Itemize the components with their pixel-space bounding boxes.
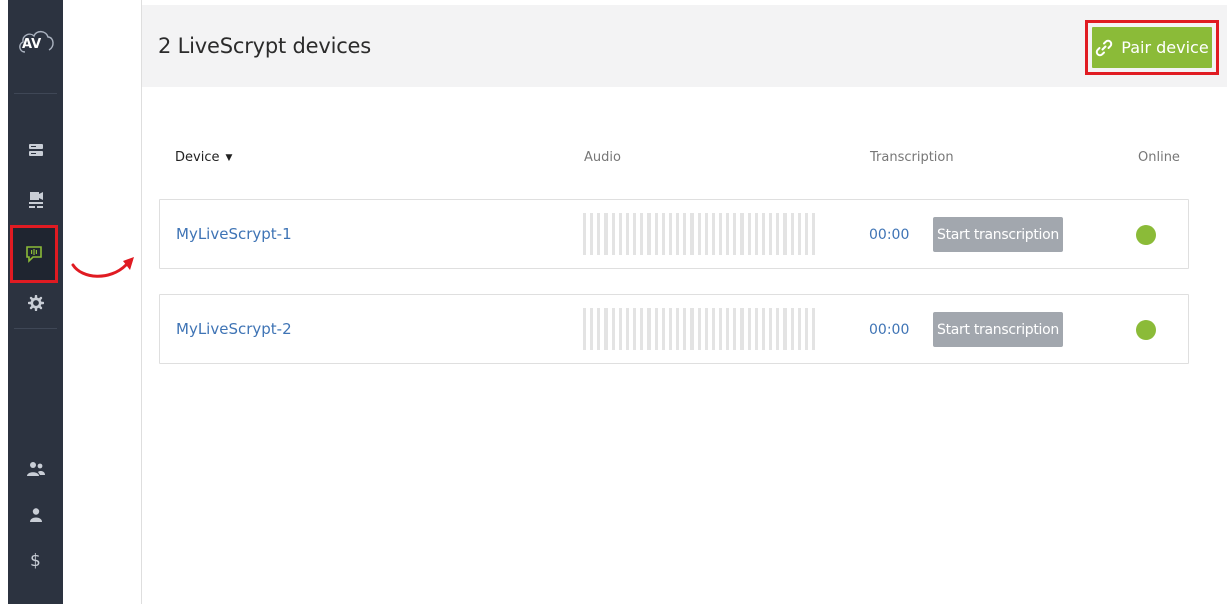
annotation-arrow-icon: [71, 257, 134, 278]
av-cloud-logo-icon[interactable]: AV: [17, 26, 55, 56]
nav-livescrypt[interactable]: [10, 225, 58, 283]
nav-recorders[interactable]: [8, 188, 63, 212]
pair-device-button[interactable]: Pair device: [1092, 27, 1212, 68]
online-status-indicator: [1136, 320, 1156, 340]
online-status-indicator: [1136, 225, 1156, 245]
user-icon: [29, 508, 42, 522]
start-transcription-button[interactable]: Start transcription: [933, 312, 1063, 347]
nav-users[interactable]: [8, 457, 63, 481]
transcription-timer: 00:00: [869, 322, 910, 338]
sidebar: AV $: [8, 0, 63, 604]
livescrypt-speech-icon: [26, 246, 42, 263]
page-header: 2 LiveScrypt devices Pair device: [142, 5, 1227, 87]
pair-device-label: Pair device: [1121, 38, 1209, 57]
column-header-transcription: Transcription: [870, 150, 954, 165]
server-icon: [28, 144, 43, 156]
nav-settings[interactable]: [8, 291, 63, 315]
link-icon: [1096, 39, 1113, 56]
column-header-device-label: Device: [175, 150, 220, 165]
svg-text:AV: AV: [22, 37, 41, 52]
svg-text:$: $: [30, 551, 41, 570]
sidebar-divider: [14, 93, 57, 94]
users-icon: [26, 462, 45, 476]
gear-icon: [27, 295, 44, 311]
sidebar-divider: [14, 328, 57, 329]
video-recorder-icon: [28, 192, 43, 208]
table-row: MyLiveScrypt-2 00:00 Start transcription: [159, 294, 1189, 364]
audio-level-meter: [583, 213, 816, 255]
content-divider: [141, 0, 142, 604]
audio-level-meter: [583, 308, 816, 350]
column-header-online: Online: [1138, 150, 1180, 165]
column-header-device[interactable]: Device ▼: [175, 150, 232, 165]
transcription-timer: 00:00: [869, 227, 910, 243]
page-title: 2 LiveScrypt devices: [158, 34, 372, 58]
device-name-link[interactable]: MyLiveScrypt-1: [176, 225, 292, 243]
pair-device-highlight: Pair device: [1085, 20, 1219, 75]
dollar-icon: $: [30, 551, 41, 570]
start-transcription-button[interactable]: Start transcription: [933, 217, 1063, 252]
nav-account[interactable]: [8, 503, 63, 527]
column-header-audio: Audio: [584, 150, 621, 165]
nav-devices[interactable]: [8, 138, 63, 162]
nav-billing[interactable]: $: [8, 548, 63, 572]
device-name-link[interactable]: MyLiveScrypt-2: [176, 320, 292, 338]
sort-caret-icon: ▼: [225, 153, 233, 163]
table-row: MyLiveScrypt-1 00:00 Start transcription: [159, 199, 1189, 269]
